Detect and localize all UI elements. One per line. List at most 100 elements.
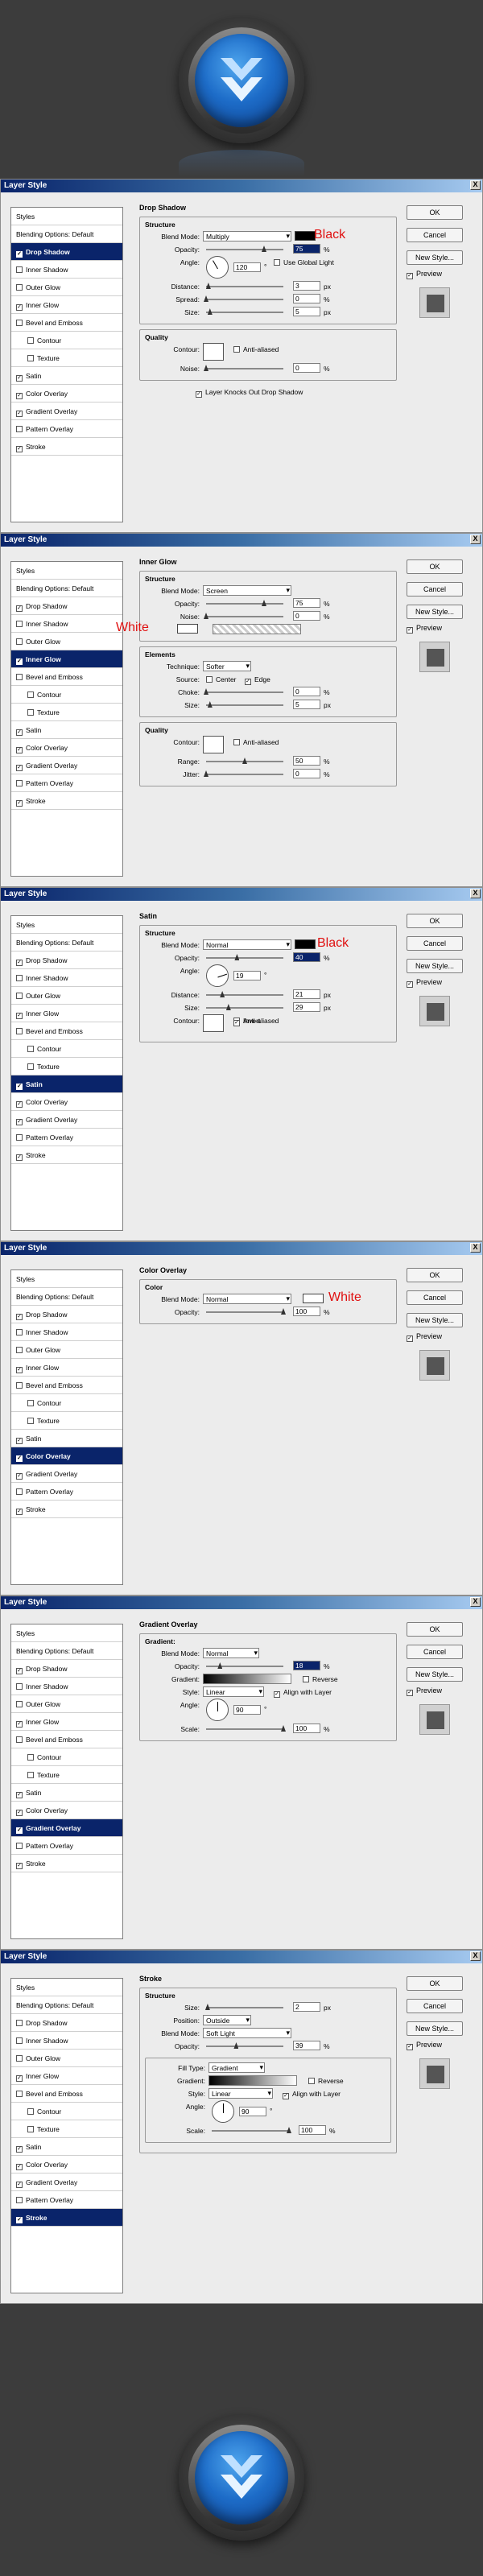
opacity-slider[interactable]	[206, 249, 283, 250]
opacity-slider[interactable]	[206, 957, 283, 959]
preview-checkbox[interactable]: ✓ Preview	[407, 978, 464, 988]
use-global-light-checkbox[interactable]: Use Global Light	[274, 258, 334, 266]
blend_mode-select[interactable]: Soft Light	[203, 2028, 291, 2038]
style-checkbox[interactable]: ✓	[16, 251, 23, 258]
styles-header[interactable]: Styles	[11, 1979, 122, 1996]
style-item[interactable]: Bevel and Emboss	[11, 668, 122, 686]
style-item[interactable]: ✓ Gradient Overlay	[11, 402, 122, 420]
style-item[interactable]: ✓ Color Overlay	[11, 739, 122, 757]
new-style-button[interactable]: New Style...	[407, 250, 463, 265]
style-item[interactable]: ✓ Gradient Overlay	[11, 1111, 122, 1129]
ok-button[interactable]: OK	[407, 1268, 463, 1282]
style-item[interactable]: ✓ Drop Shadow	[11, 1660, 122, 1678]
opacity-input[interactable]: 75	[293, 598, 320, 608]
style-item[interactable]: ✓ Inner Glow	[11, 296, 122, 314]
distance-slider[interactable]	[206, 286, 283, 287]
reverse-checkbox[interactable]: Reverse	[303, 1675, 338, 1683]
style-item[interactable]: ✓ Gradient Overlay	[11, 757, 122, 774]
style-item[interactable]: Inner Shadow	[11, 261, 122, 279]
style-item[interactable]: ✓ Drop Shadow	[11, 1306, 122, 1323]
blend_mode-select[interactable]: Screen	[203, 585, 291, 596]
fill-type-select[interactable]: Gradient	[208, 2062, 265, 2073]
color-swatch[interactable]	[295, 939, 316, 949]
position-select[interactable]: Outside	[203, 2015, 251, 2025]
angle-input[interactable]: 120	[233, 262, 261, 272]
style-item[interactable]: ✓ Satin	[11, 2138, 122, 2156]
preview-checkbox[interactable]: ✓ Preview	[407, 1332, 464, 1342]
new-style-button[interactable]: New Style...	[407, 2021, 463, 2036]
cancel-button[interactable]: Cancel	[407, 1645, 463, 1659]
style-checkbox[interactable]	[16, 1347, 23, 1353]
gradient-picker[interactable]	[208, 2075, 297, 2086]
style-checkbox[interactable]: ✓	[16, 1810, 23, 1816]
opacity-input[interactable]: 18	[293, 1661, 320, 1670]
style-item[interactable]: Texture	[11, 349, 122, 367]
style-item[interactable]: Outer Glow	[11, 987, 122, 1005]
style-checkbox[interactable]	[27, 1754, 34, 1761]
style-checkbox[interactable]: ✓	[16, 1473, 23, 1480]
style-checkbox[interactable]	[16, 1683, 23, 1690]
style-select[interactable]: Linear	[208, 2088, 273, 2099]
new-style-button[interactable]: New Style...	[407, 959, 463, 973]
style-checkbox[interactable]: ✓	[16, 1721, 23, 1728]
style-checkbox[interactable]: ✓	[16, 1119, 23, 1125]
styles-header[interactable]: Styles	[11, 208, 122, 225]
style-item[interactable]: ✓ Inner Glow	[11, 650, 122, 668]
noise-slider[interactable]	[206, 368, 283, 369]
style-checkbox[interactable]: ✓	[16, 1455, 23, 1462]
color-swatch[interactable]	[303, 1294, 324, 1303]
cancel-button[interactable]: Cancel	[407, 228, 463, 242]
source-center-checkbox[interactable]: Center	[206, 675, 237, 683]
style-checkbox[interactable]	[16, 2037, 23, 2044]
style-item[interactable]: Contour	[11, 332, 122, 349]
style-checkbox[interactable]: ✓	[16, 1314, 23, 1320]
style-item[interactable]: Bevel and Emboss	[11, 1377, 122, 1394]
blending-options[interactable]: Blending Options: Default	[11, 225, 122, 243]
style-checkbox[interactable]	[16, 621, 23, 627]
size-slider[interactable]	[206, 1007, 283, 1009]
style-item[interactable]: Texture	[11, 1766, 122, 1784]
style-item[interactable]: Contour	[11, 2103, 122, 2120]
scale-slider[interactable]	[206, 1728, 283, 1730]
style-item[interactable]: ✓ Stroke	[11, 792, 122, 810]
distance-input[interactable]: 21	[293, 989, 320, 999]
noise-input[interactable]: 0	[293, 611, 320, 621]
style-checkbox[interactable]: ✓	[16, 411, 23, 417]
style-checkbox[interactable]	[16, 780, 23, 786]
style-checkbox[interactable]: ✓	[16, 1792, 23, 1798]
style-item[interactable]: Inner Shadow	[11, 969, 122, 987]
style-item[interactable]: ✓ Color Overlay	[11, 1802, 122, 1819]
style-checkbox[interactable]	[16, 674, 23, 680]
style-item[interactable]: Drop Shadow	[11, 2014, 122, 2032]
style-item[interactable]: Contour	[11, 686, 122, 704]
style-item[interactable]: Outer Glow	[11, 279, 122, 296]
contour-picker[interactable]	[203, 343, 224, 361]
style-item[interactable]: Pattern Overlay	[11, 1129, 122, 1146]
blend_mode-select[interactable]: Normal	[203, 939, 291, 950]
style-item[interactable]: ✓ Drop Shadow	[11, 952, 122, 969]
size-input[interactable]: 5	[293, 307, 320, 316]
styles-header[interactable]: Styles	[11, 1624, 122, 1642]
blend_mode-select[interactable]: Multiply	[203, 231, 291, 242]
style-item[interactable]: Inner Shadow	[11, 615, 122, 633]
style-checkbox[interactable]	[16, 2020, 23, 2026]
style-item[interactable]: ✓ Drop Shadow	[11, 597, 122, 615]
color-swatch[interactable]	[295, 231, 316, 241]
preview-checkbox[interactable]: ✓ Preview	[407, 1686, 464, 1696]
choke-input[interactable]: 0	[293, 687, 320, 696]
style-item[interactable]: Texture	[11, 1058, 122, 1075]
opacity-input[interactable]: 40	[293, 952, 320, 962]
blending-options[interactable]: Blending Options: Default	[11, 934, 122, 952]
style-item[interactable]: Contour	[11, 1394, 122, 1412]
style-checkbox[interactable]	[27, 355, 34, 361]
style-checkbox[interactable]: ✓	[16, 393, 23, 399]
style-checkbox[interactable]	[16, 2055, 23, 2062]
style-checkbox[interactable]	[27, 1418, 34, 1424]
scale-slider[interactable]	[212, 2130, 289, 2132]
distance-slider[interactable]	[206, 994, 283, 996]
style-item[interactable]: Inner Shadow	[11, 2032, 122, 2050]
style-checkbox[interactable]	[16, 284, 23, 291]
style-item[interactable]: ✓ Satin	[11, 367, 122, 385]
invert-checkbox[interactable]: ✓ Invert	[233, 1017, 260, 1026]
size-slider[interactable]	[206, 2007, 283, 2008]
